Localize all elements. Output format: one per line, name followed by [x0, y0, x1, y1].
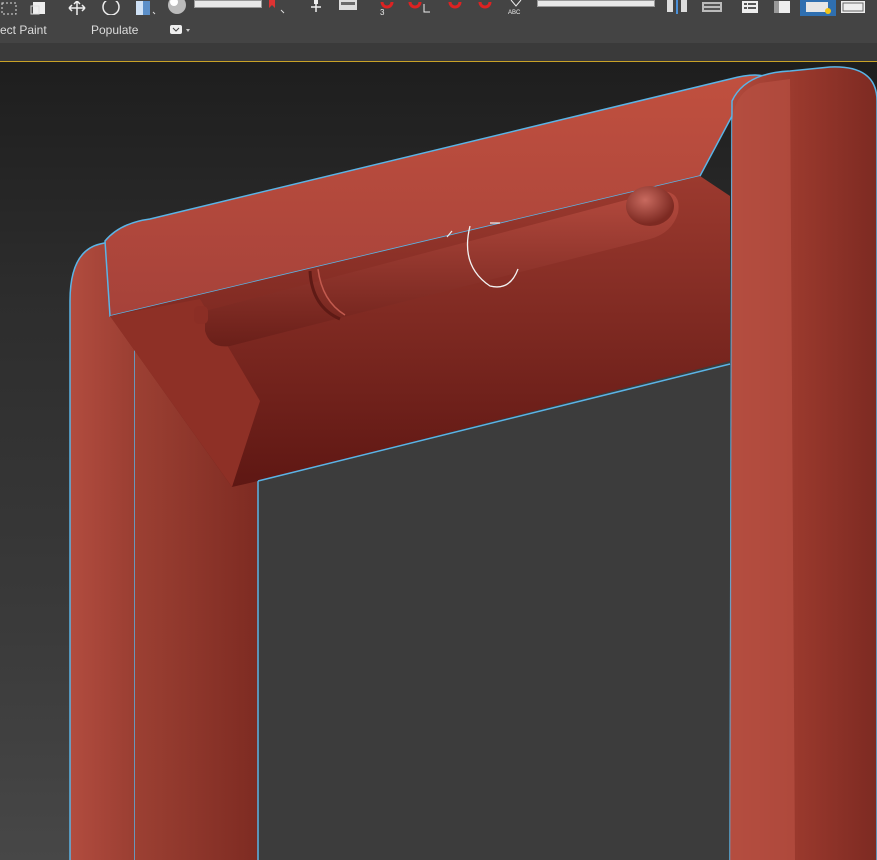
- sphere-render-icon[interactable]: [164, 0, 190, 16]
- tab-object-paint[interactable]: ect Paint: [0, 23, 47, 37]
- hinge-pin-cap: [626, 186, 674, 226]
- spinner-snap-icon[interactable]: [474, 0, 498, 16]
- material-editor-icon[interactable]: [838, 0, 870, 16]
- selection-set-field[interactable]: [194, 0, 262, 16]
- align-icon[interactable]: [698, 0, 726, 16]
- ribbon-toggle-icon[interactable]: [800, 0, 836, 16]
- snap-toggle-icon[interactable]: 3: [378, 0, 404, 16]
- ribbon-options-dropdown-icon[interactable]: [168, 23, 194, 37]
- rotate-icon[interactable]: [98, 0, 124, 16]
- main-toolbar: 3 ABC: [0, 0, 877, 18]
- tab-populate[interactable]: Populate: [91, 23, 138, 37]
- layer-manager-icon[interactable]: [738, 0, 762, 16]
- svg-text:ABC: ABC: [508, 10, 521, 16]
- svg-text:3: 3: [380, 8, 385, 16]
- pivot-icon[interactable]: [304, 0, 328, 16]
- window-select-icon[interactable]: [28, 0, 50, 16]
- scale-icon[interactable]: [132, 0, 158, 16]
- align-view-icon[interactable]: [336, 0, 360, 16]
- move-icon[interactable]: [64, 0, 90, 16]
- named-selection-field[interactable]: [536, 0, 656, 16]
- perspective-viewport[interactable]: [0, 61, 877, 860]
- scene-render: [69, 66, 877, 860]
- ribbon-panel-strip: [0, 43, 877, 61]
- percent-snap-icon[interactable]: [444, 0, 468, 16]
- select-region-icon[interactable]: [0, 0, 22, 16]
- ribbon-bar: ect Paint Populate: [0, 17, 877, 43]
- spelling-abc-icon[interactable]: ABC: [504, 0, 528, 16]
- scene-explorer-icon[interactable]: [770, 0, 794, 16]
- named-set-icon[interactable]: [264, 0, 290, 16]
- angle-snap-icon[interactable]: [406, 0, 432, 16]
- mirror-icon[interactable]: [664, 0, 692, 16]
